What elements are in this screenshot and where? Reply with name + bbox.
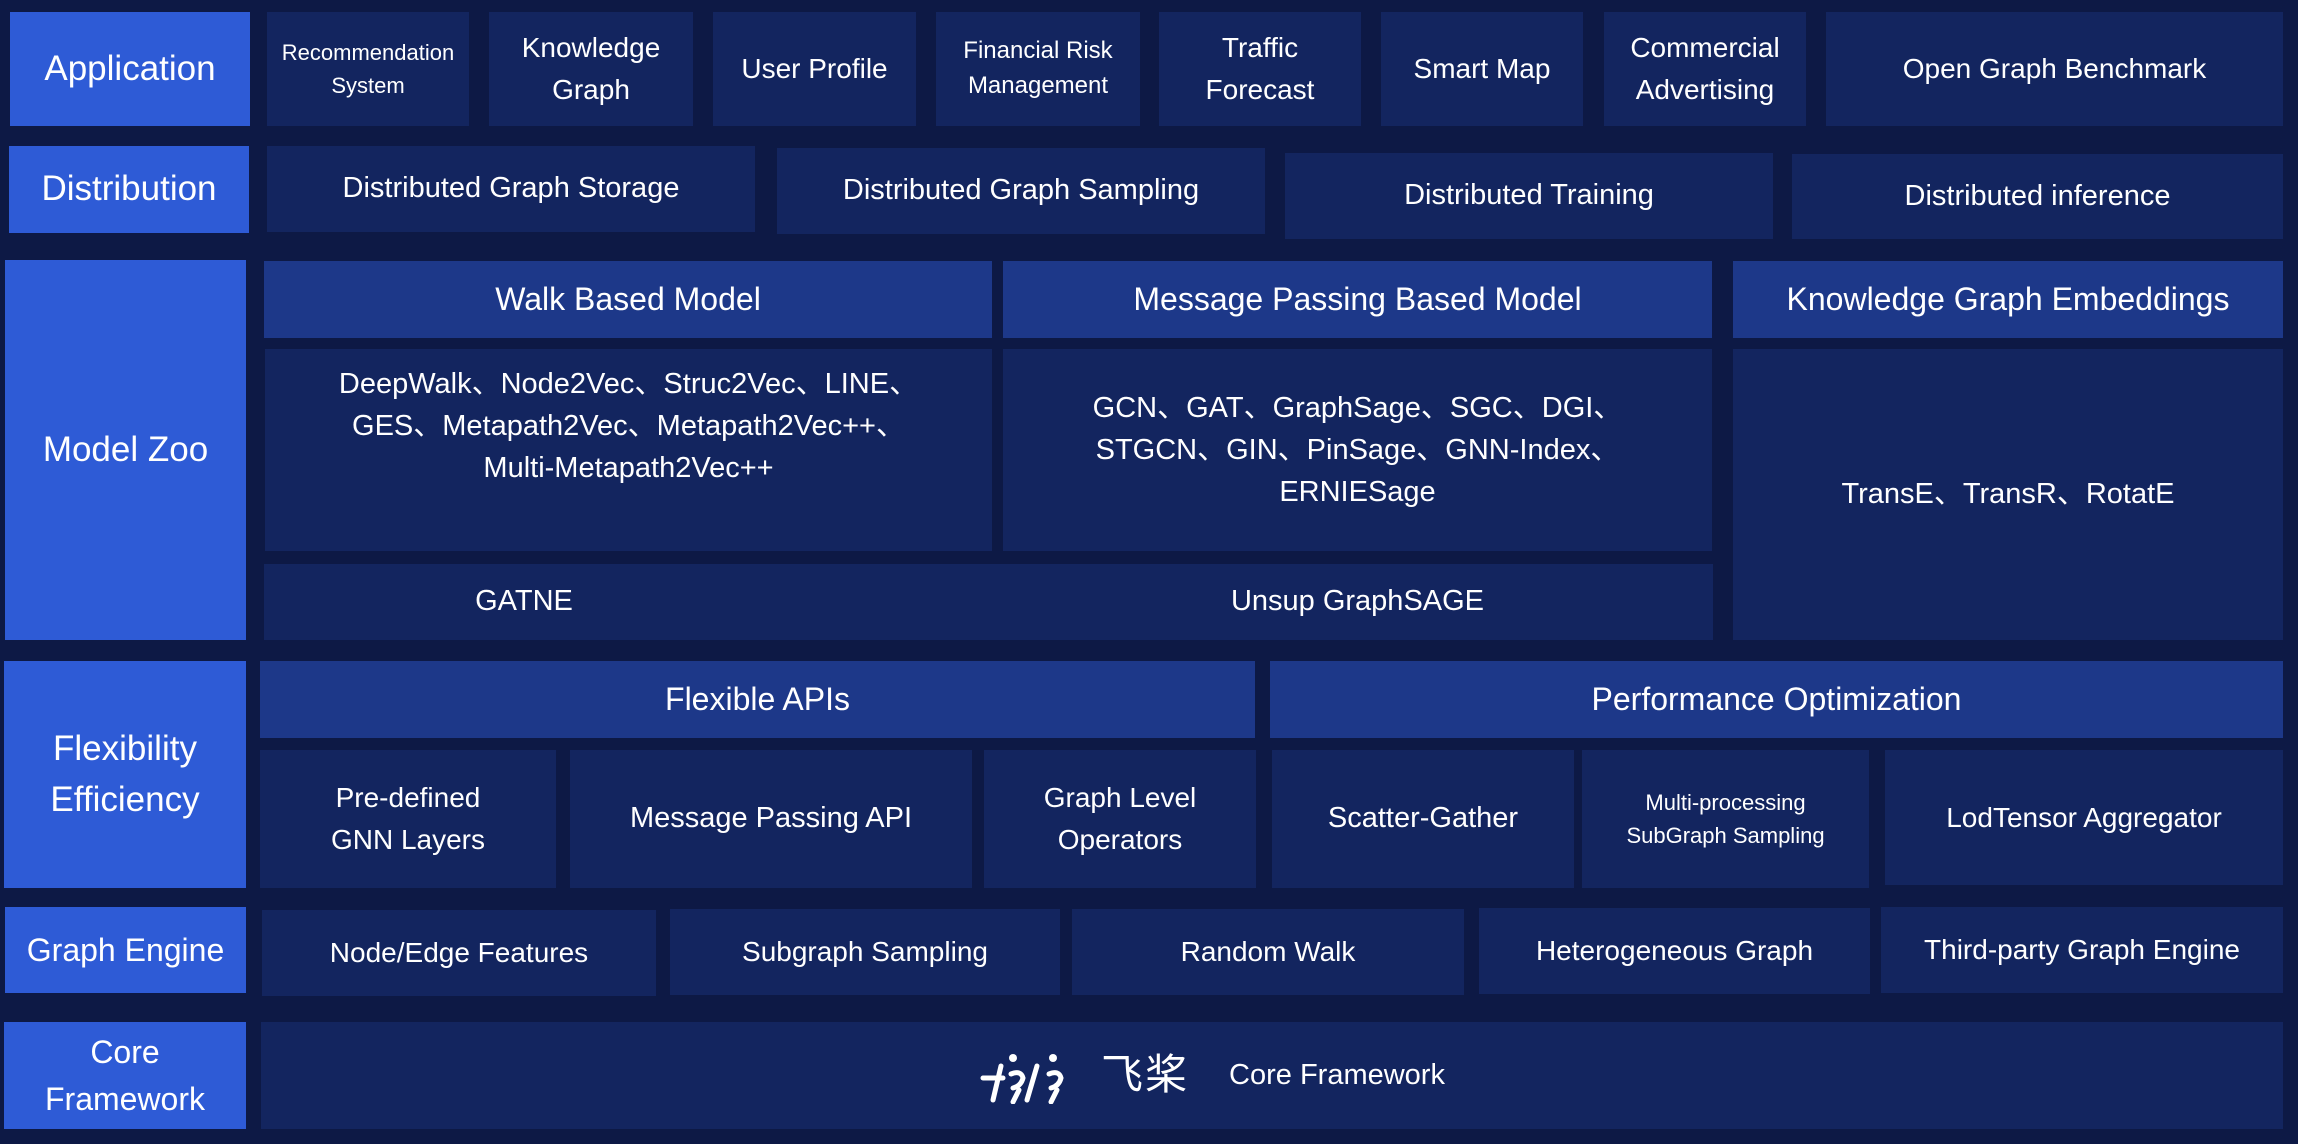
kg-embeddings-list: TransE、TransR、RotatE <box>1733 349 2283 640</box>
item-text: LodTensor Aggregator <box>1946 801 2222 833</box>
header-text: Knowledge Graph Embeddings <box>1786 280 2230 317</box>
app-item-text: Smart Map <box>1413 53 1551 84</box>
model-list-text: DeepWalk、Node2Vec、Struc2Vec、LINE、 GES、Me… <box>338 368 919 485</box>
item-text: Message Passing API <box>629 802 913 835</box>
engine-item-text: Random Walk <box>1180 936 1356 967</box>
paddlepaddle-logo: 飞桨 <box>979 1048 1189 1104</box>
header-text: Performance Optimization <box>1591 680 1962 717</box>
engine-third-party-graph-engine: Third-party Graph Engine <box>1881 907 2283 993</box>
dist-item-text: Distributed Graph Sampling <box>842 174 1200 207</box>
app-item-text: Financial Risk Management <box>963 37 1113 99</box>
message-passing-model-header: Message Passing Based Model <box>1003 261 1712 338</box>
model-list-text: GCN、GAT、GraphSage、SGC、DGI、 STGCN、GIN、Pin… <box>1092 391 1623 509</box>
layer-label-text: Application <box>44 48 216 88</box>
layer-label-text: Graph Engine <box>26 931 225 968</box>
flexible-apis-header: Flexible APIs <box>260 661 1255 738</box>
app-commercial-advertising: Commercial Advertising <box>1604 12 1806 126</box>
app-item-text: Recommendation System <box>281 40 455 98</box>
item-text: Pre-defined GNN Layers <box>330 782 486 855</box>
app-item-text: Commercial Advertising <box>1630 32 1780 105</box>
header-text: Message Passing Based Model <box>1133 280 1582 317</box>
engine-random-walk: Random Walk <box>1072 909 1464 995</box>
app-open-graph-benchmark: Open Graph Benchmark <box>1826 12 2283 126</box>
engine-item-text: Heterogeneous Graph <box>1535 935 1814 966</box>
message-passing-api: Message Passing API <box>570 750 972 888</box>
scatter-gather: Scatter-Gather <box>1272 750 1574 888</box>
app-item-text: Traffic Forecast <box>1205 32 1315 105</box>
lodtensor-aggregator: LodTensor Aggregator <box>1885 750 2283 885</box>
app-smart-map: Smart Map <box>1381 12 1583 126</box>
model-zoo-shared-row: GATNE Unsup GraphSAGE <box>264 564 1713 640</box>
dist-graph-storage: Distributed Graph Storage <box>267 146 755 232</box>
layer-label-text: Core Framework <box>44 1034 205 1117</box>
engine-heterogeneous-graph: Heterogeneous Graph <box>1479 908 1870 994</box>
dist-training: Distributed Training <box>1285 153 1773 239</box>
dist-inference: Distributed inference <box>1792 154 2283 239</box>
app-user-profile: User Profile <box>713 12 916 126</box>
walk-based-model-header: Walk Based Model <box>264 261 992 338</box>
dist-item-text: Distributed inference <box>1904 179 2171 212</box>
multiprocessing-subgraph-sampling: Multi-processing SubGraph Sampling <box>1582 750 1869 888</box>
layer-label-core-framework: Core Framework <box>4 1022 246 1129</box>
graph-level-operators: Graph Level Operators <box>984 750 1256 888</box>
layer-label-text: Distribution <box>41 169 217 209</box>
item-text: Scatter-Gather <box>1327 802 1519 835</box>
layer-label-text: Model Zoo <box>42 429 209 469</box>
message-passing-model-list: GCN、GAT、GraphSage、SGC、DGI、 STGCN、GIN、Pin… <box>1003 349 1712 551</box>
app-item-text: User Profile <box>741 53 888 84</box>
app-recommendation-system: Recommendation System <box>267 12 469 126</box>
model-list-text: TransE、TransR、RotatE <box>1841 477 2175 510</box>
layer-label-distribution: Distribution <box>9 146 249 233</box>
item-text: Graph Level Operators <box>1043 782 1197 855</box>
item-text: Multi-processing SubGraph Sampling <box>1626 790 1825 848</box>
engine-item-text: Node/Edge Features <box>329 937 589 968</box>
performance-optimization-header: Performance Optimization <box>1270 661 2283 738</box>
app-item-text: Knowledge Graph <box>521 32 661 105</box>
predefined-gnn-layers: Pre-defined GNN Layers <box>260 750 556 888</box>
paddlepaddle-logo-text: 飞桨 <box>1101 1050 1190 1100</box>
header-text: Walk Based Model <box>495 280 761 317</box>
app-knowledge-graph: Knowledge Graph <box>489 12 693 126</box>
layer-label-flexibility-efficiency: Flexibility Efficiency <box>4 661 246 888</box>
dist-graph-sampling: Distributed Graph Sampling <box>777 148 1265 234</box>
engine-subgraph-sampling: Subgraph Sampling <box>670 909 1060 995</box>
engine-item-text: Third-party Graph Engine <box>1924 934 2240 965</box>
kg-embeddings-header: Knowledge Graph Embeddings <box>1733 261 2283 338</box>
layer-label-text: Flexibility Efficiency <box>50 728 200 819</box>
engine-item-text: Subgraph Sampling <box>742 936 988 967</box>
core-framework-text: Core Framework <box>1229 1058 1445 1091</box>
core-framework-content: 飞桨 Core Framework <box>979 1048 1445 1104</box>
engine-node-edge-features: Node/Edge Features <box>262 910 656 996</box>
layer-label-application: Application <box>10 12 250 126</box>
unsup-graphsage-text: Unsup GraphSAGE <box>1230 585 1485 618</box>
gatne-text: GATNE <box>475 585 573 618</box>
layer-label-graph-engine: Graph Engine <box>5 907 246 993</box>
dist-item-text: Distributed Training <box>1404 179 1654 212</box>
app-item-text: Open Graph Benchmark <box>1902 53 2207 84</box>
walk-based-model-list: DeepWalk、Node2Vec、Struc2Vec、LINE、 GES、Me… <box>265 349 992 551</box>
app-financial-risk-management: Financial Risk Management <box>936 12 1140 126</box>
paddlepaddle-logo-icon <box>980 1053 1064 1104</box>
core-framework-box: 飞桨 Core Framework <box>261 1022 2283 1129</box>
app-traffic-forecast: Traffic Forecast <box>1159 12 1361 126</box>
layer-label-model-zoo: Model Zoo <box>5 260 246 640</box>
dist-item-text: Distributed Graph Storage <box>342 172 680 205</box>
header-text: Flexible APIs <box>665 680 850 717</box>
